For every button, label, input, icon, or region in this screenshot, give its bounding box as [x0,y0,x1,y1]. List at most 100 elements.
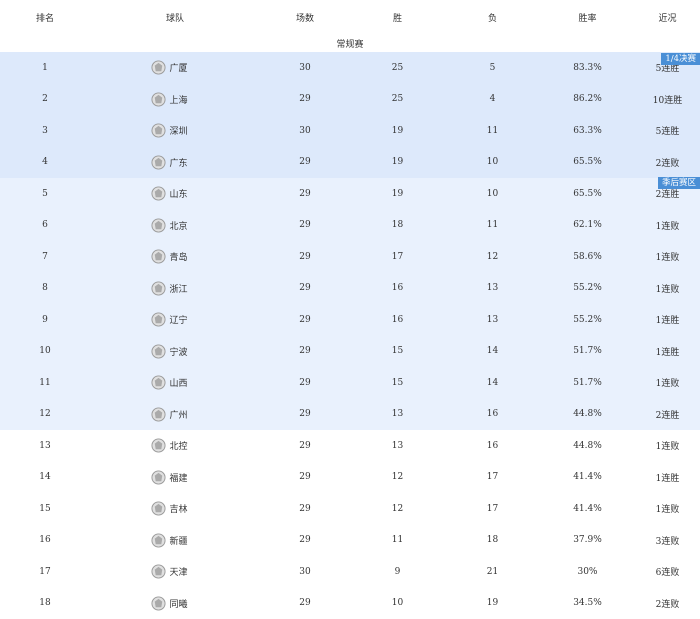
team-name[interactable]: 北京 [170,219,200,232]
wins-cell: 19 [350,157,445,167]
table-row[interactable]: 11山西29151451.7%1连败 [0,367,700,399]
section-title: 常规赛 [336,37,363,50]
win-pct-cell: 51.7% [540,346,635,356]
streak-cell: 1连胜 [635,471,700,484]
team-name[interactable]: 天津 [170,565,200,578]
beikong-logo [151,438,166,453]
streak-cell: 1连败 [635,282,700,295]
team-cell: 宁波 [90,344,260,359]
wins-cell: 12 [350,472,445,482]
team-name[interactable]: 北控 [170,439,200,452]
team-cell: 辽宁 [90,312,260,327]
beijing-logo [151,218,166,233]
rank-cell: 7 [0,252,90,262]
streak-cell: 1连败 [635,250,700,263]
win-pct-cell: 65.5% [540,189,635,199]
losses-cell: 17 [445,504,540,514]
team-name[interactable]: 新疆 [170,534,200,547]
table-row[interactable]: 1广厦3025583.3%5连胜1/4决赛 [0,52,700,84]
team-cell: 天津 [90,564,260,579]
team-name[interactable]: 广州 [170,408,200,421]
team-name[interactable]: 广厦 [170,61,200,74]
team-name[interactable]: 山东 [170,187,200,200]
table-row[interactable]: 18同曦29101934.5%2连败 [0,588,700,619]
games-cell: 29 [260,220,350,230]
rank-cell: 5 [0,189,90,199]
losses-cell: 14 [445,346,540,356]
team-name[interactable]: 青岛 [170,250,200,263]
table-row[interactable]: 10宁波29151451.7%1连胜 [0,336,700,368]
tongxi-logo [151,596,166,611]
team-name[interactable]: 福建 [170,471,200,484]
team-cell: 福建 [90,470,260,485]
losses-cell: 13 [445,315,540,325]
table-row[interactable]: 4广东29191065.5%2连败 [0,147,700,179]
games-cell: 29 [260,504,350,514]
team-cell: 深圳 [90,123,260,138]
team-name[interactable]: 吉林 [170,502,200,515]
team-name[interactable]: 上海 [170,93,200,106]
rank-cell: 12 [0,409,90,419]
section-title-row: 常规赛 [0,34,700,52]
wins-cell: 17 [350,252,445,262]
table-row[interactable]: 12广州29131644.8%2连胜 [0,399,700,431]
games-cell: 30 [260,63,350,73]
win-pct-cell: 30% [540,567,635,577]
table-row[interactable]: 16新疆29111837.9%3连败 [0,525,700,557]
wins-cell: 12 [350,504,445,514]
tianjin-logo [151,564,166,579]
team-cell: 山东 [90,186,260,201]
header-win-pct: 胜率 [540,11,635,24]
table-row[interactable]: 14福建29121741.4%1连胜 [0,462,700,494]
wins-cell: 11 [350,535,445,545]
wins-cell: 25 [350,94,445,104]
table-row[interactable]: 2上海2925486.2%10连胜 [0,84,700,116]
games-cell: 29 [260,94,350,104]
team-name[interactable]: 宁波 [170,345,200,358]
team-name[interactable]: 广东 [170,156,200,169]
streak-cell: 1连败 [635,219,700,232]
table-row[interactable]: 13北控29131644.8%1连败 [0,430,700,462]
wins-cell: 13 [350,409,445,419]
streak-cell: 6连败 [635,565,700,578]
games-cell: 29 [260,315,350,325]
team-cell: 广东 [90,155,260,170]
losses-cell: 14 [445,378,540,388]
shenzhen-logo [151,123,166,138]
table-row[interactable]: 3深圳30191163.3%5连胜 [0,115,700,147]
table-row[interactable]: 17天津3092130%6连败 [0,556,700,588]
win-pct-cell: 55.2% [540,315,635,325]
table-row[interactable]: 5山东29191065.5%2连胜季后赛区 [0,178,700,210]
team-name[interactable]: 浙江 [170,282,200,295]
losses-cell: 4 [445,94,540,104]
table-row[interactable]: 8浙江29161355.2%1连败 [0,273,700,305]
streak-cell: 5连胜 [635,124,700,137]
games-cell: 29 [260,535,350,545]
streak-cell: 1连败 [635,376,700,389]
losses-cell: 21 [445,567,540,577]
shanghai-logo [151,92,166,107]
table-row[interactable]: 9辽宁29161355.2%1连胜 [0,304,700,336]
team-cell: 浙江 [90,281,260,296]
team-cell: 新疆 [90,533,260,548]
table-row[interactable]: 7青岛29171258.6%1连败 [0,241,700,273]
team-name[interactable]: 辽宁 [170,313,200,326]
qingdao-logo [151,249,166,264]
team-cell: 上海 [90,92,260,107]
rank-cell: 6 [0,220,90,230]
games-cell: 29 [260,252,350,262]
table-row[interactable]: 6北京29181162.1%1连败 [0,210,700,242]
losses-cell: 10 [445,189,540,199]
wins-cell: 19 [350,189,445,199]
team-name[interactable]: 山西 [170,376,200,389]
streak-cell: 1连胜 [635,313,700,326]
team-name[interactable]: 深圳 [170,124,200,137]
win-pct-cell: 37.9% [540,535,635,545]
streak-cell: 3连败 [635,534,700,547]
table-row[interactable]: 15吉林29121741.4%1连败 [0,493,700,525]
postseason-zone-badge: 季后赛区 [658,177,700,189]
rank-cell: 18 [0,598,90,608]
liaoning-logo [151,312,166,327]
rank-cell: 3 [0,126,90,136]
win-pct-cell: 34.5% [540,598,635,608]
